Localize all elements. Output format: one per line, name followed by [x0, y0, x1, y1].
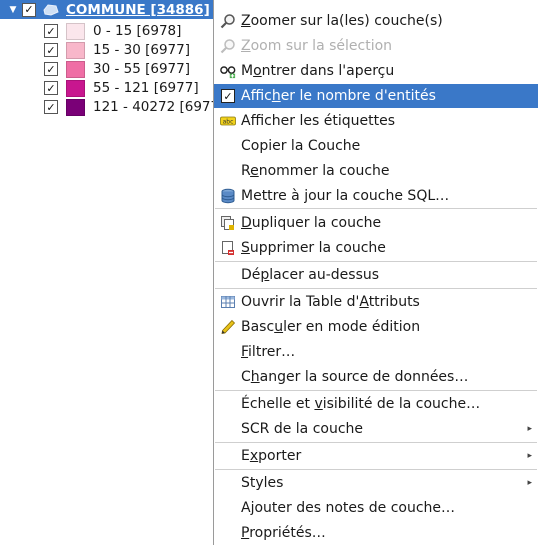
legend-class-row[interactable]: ✓ 55 - 121 [6977]: [44, 78, 199, 98]
class-color-swatch: [66, 98, 85, 116]
menu-item-duplicate-layer[interactable]: Dupliquer la couche: [214, 211, 538, 235]
magnifier-icon: [220, 38, 236, 54]
legend-class-row[interactable]: ✓ 0 - 15 [6978]: [44, 21, 181, 41]
polygon-layer-icon: [42, 3, 60, 17]
menu-item-open-attribute-table[interactable]: Ouvrir la Table d'Attributs: [214, 290, 538, 314]
database-icon: [220, 188, 236, 204]
menu-item-zoom-to-selection[interactable]: Zoom sur la sélection: [214, 34, 538, 58]
legend-class-row[interactable]: ✓ 15 - 30 [6977]: [44, 40, 190, 60]
menu-item-scale-visibility[interactable]: Échelle et visibilité de la couche…: [214, 392, 538, 416]
menu-item-add-layer-notes[interactable]: Ajouter des notes de couche…: [214, 496, 538, 520]
class-color-swatch: [66, 79, 85, 97]
menu-separator: [215, 208, 537, 209]
menu-separator: [215, 288, 537, 289]
duplicate-layer-icon: [220, 215, 236, 231]
pencil-icon: [220, 319, 236, 335]
menu-item-move-to-top[interactable]: Déplacer au-dessus: [214, 263, 538, 287]
class-color-swatch: [66, 41, 85, 59]
legend-class-row[interactable]: ✓ 30 - 55 [6977]: [44, 59, 190, 79]
class-checkbox[interactable]: ✓: [44, 81, 58, 95]
menu-separator: [215, 261, 537, 262]
class-checkbox[interactable]: ✓: [44, 24, 58, 38]
labels-icon: abc: [220, 113, 236, 129]
remove-layer-icon: [220, 240, 236, 256]
menu-item-export[interactable]: Exporter ▸: [214, 444, 538, 468]
menu-item-show-labels[interactable]: abc Afficher les étiquettes: [214, 109, 538, 133]
feature-count-checkbox: ✓: [221, 89, 235, 103]
class-label: 55 - 121 [6977]: [93, 80, 199, 96]
layer-name[interactable]: COMMUNE [34886]: [66, 2, 210, 18]
menu-item-copy-layer[interactable]: Copier la Couche: [214, 134, 538, 158]
class-color-swatch: [66, 60, 85, 78]
submenu-arrow-icon: ▸: [527, 424, 532, 434]
legend-class-row[interactable]: ✓ 121 - 40272 [6977]: [44, 97, 224, 117]
layer-context-menu: Zoomer sur la(les) couche(s) Zoom sur la…: [213, 0, 538, 545]
menu-separator: [215, 442, 537, 443]
expand-arrow-icon[interactable]: ▼: [6, 3, 20, 17]
layer-tree: ▼ ✓ COMMUNE [34886] ✓ 0 - 15 [6978] ✓ 15…: [0, 0, 230, 130]
layer-row-commune[interactable]: ▼ ✓ COMMUNE [34886]: [0, 0, 218, 19]
magnifier-icon: [220, 13, 236, 29]
table-icon: [220, 294, 236, 310]
class-label: 121 - 40272 [6977]: [93, 99, 225, 115]
menu-item-toggle-editing[interactable]: Basculer en mode édition: [214, 315, 538, 339]
menu-separator: [215, 390, 537, 391]
class-checkbox[interactable]: ✓: [44, 43, 58, 57]
class-checkbox[interactable]: ✓: [44, 62, 58, 76]
class-color-swatch: [66, 22, 85, 40]
layer-visibility-checkbox[interactable]: ✓: [22, 2, 36, 17]
menu-item-rename-layer[interactable]: Renommer la couche: [214, 159, 538, 183]
menu-item-show-feature-count[interactable]: ✓ Afficher le nombre d'entités: [214, 84, 538, 108]
menu-item-remove-layer[interactable]: Supprimer la couche: [214, 236, 538, 260]
menu-item-styles[interactable]: Styles ▸: [214, 471, 538, 495]
class-label: 30 - 55 [6977]: [93, 61, 190, 77]
menu-item-zoom-to-layers[interactable]: Zoomer sur la(les) couche(s): [214, 9, 538, 33]
menu-item-change-data-source[interactable]: Changer la source de données…: [214, 365, 538, 389]
submenu-arrow-icon: ▸: [527, 451, 532, 461]
class-label: 0 - 15 [6978]: [93, 23, 182, 39]
glasses-icon: [220, 63, 236, 79]
svg-text:abc: abc: [223, 119, 234, 126]
class-label: 15 - 30 [6977]: [93, 42, 190, 58]
menu-item-properties[interactable]: Propriétés…: [214, 521, 538, 545]
menu-item-layer-crs[interactable]: SCR de la couche ▸: [214, 417, 538, 441]
menu-item-show-in-overview[interactable]: Montrer dans l'aperçu: [214, 59, 538, 83]
submenu-arrow-icon: ▸: [527, 478, 532, 488]
menu-separator: [215, 469, 537, 470]
class-checkbox[interactable]: ✓: [44, 100, 58, 114]
menu-item-filter[interactable]: Filtrer…: [214, 340, 538, 364]
menu-item-update-sql-layer[interactable]: Mettre à jour la couche SQL…: [214, 184, 538, 208]
